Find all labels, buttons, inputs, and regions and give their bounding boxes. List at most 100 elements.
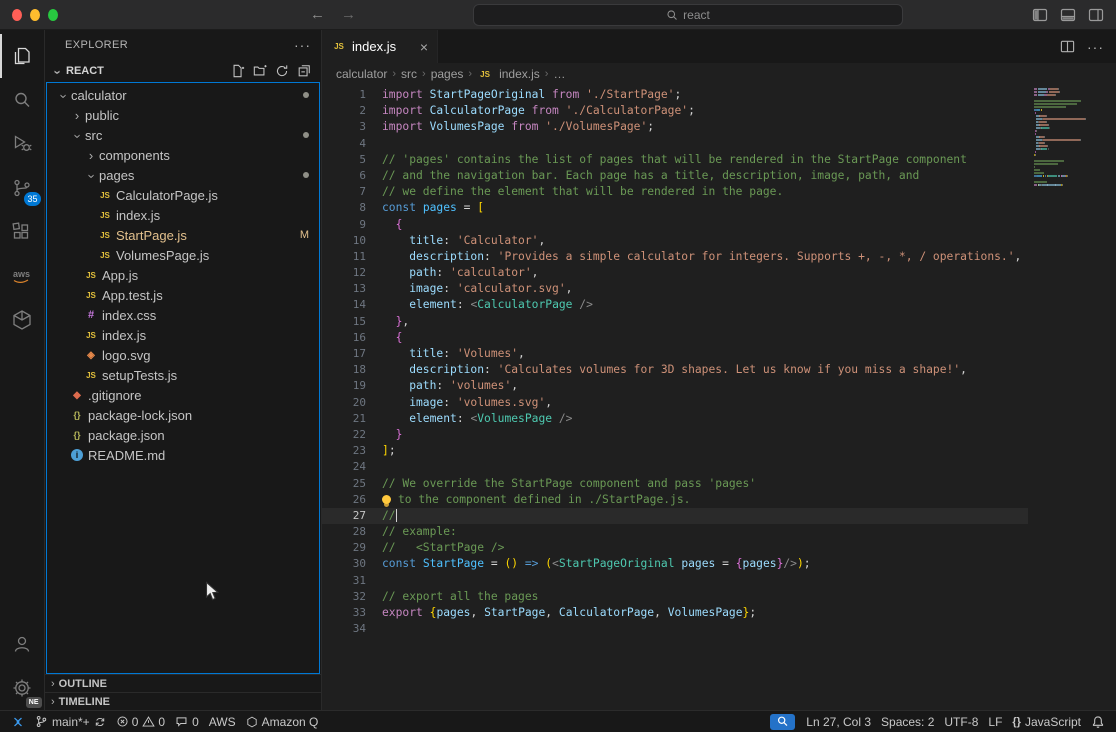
- code-line[interactable]: 32// export all the pages: [322, 589, 1028, 605]
- amazon-q-status[interactable]: Amazon Q: [241, 711, 324, 732]
- settings-gear-icon[interactable]: NE: [0, 666, 45, 710]
- search-view-icon[interactable]: [0, 78, 45, 122]
- close-tab-icon[interactable]: ×: [420, 40, 428, 54]
- tree-item-README.md[interactable]: i README.md: [47, 445, 319, 465]
- editor-more-actions-icon[interactable]: ···: [1087, 39, 1104, 55]
- tree-item-App.test.js[interactable]: JS App.test.js: [47, 285, 319, 305]
- tree-item-package-lock.json[interactable]: {} package-lock.json: [47, 405, 319, 425]
- breadcrumb-item-src[interactable]: src: [401, 67, 417, 81]
- minimize-window-button[interactable]: [30, 8, 40, 21]
- outline-section-header[interactable]: › OUTLINE: [45, 674, 321, 692]
- code-line[interactable]: 27//: [322, 507, 1028, 525]
- code-line[interactable]: 26 to the component defined in ./StartPag…: [322, 492, 1028, 508]
- tree-item-logo.svg[interactable]: ◈ logo.svg: [47, 345, 319, 365]
- cursor-position-status[interactable]: Ln 27, Col 3: [801, 711, 876, 732]
- tree-item-package.json[interactable]: {} package.json: [47, 425, 319, 445]
- new-folder-icon[interactable]: [253, 64, 267, 78]
- code-line[interactable]: 4: [322, 136, 1028, 152]
- code-line[interactable]: 5// 'pages' contains the list of pages t…: [322, 152, 1028, 168]
- new-file-icon[interactable]: [231, 64, 245, 78]
- notifications-status[interactable]: [1086, 711, 1110, 732]
- code-line[interactable]: 14 element: <CalculatorPage />: [322, 297, 1028, 313]
- code-line[interactable]: 6// and the navigation bar. Each page ha…: [322, 168, 1028, 184]
- code-line[interactable]: 8 const pages = [: [322, 200, 1028, 216]
- code-line[interactable]: 11 description: 'Provides a simple calcu…: [322, 249, 1028, 265]
- forward-button[interactable]: →: [341, 6, 356, 23]
- breadcrumb-item-symbol[interactable]: …: [553, 67, 565, 81]
- problems-status[interactable]: 0 0: [111, 711, 170, 732]
- aws-toolkit-icon[interactable]: aws: [0, 254, 45, 298]
- code-line[interactable]: 29// <StartPage />: [322, 540, 1028, 556]
- code-line[interactable]: 24: [322, 459, 1028, 475]
- explorer-more-actions-icon[interactable]: ···: [294, 37, 311, 53]
- minimap[interactable]: [1034, 87, 1106, 189]
- language-mode-status[interactable]: {} JavaScript: [1007, 711, 1086, 732]
- tab-index-js[interactable]: JS index.js ×: [322, 30, 438, 63]
- tree-item-pages[interactable]: › pages: [47, 165, 319, 185]
- tree-item-StartPage.js[interactable]: JS StartPage.js M: [47, 225, 319, 245]
- code-line[interactable]: 28// example:: [322, 524, 1028, 540]
- code-line[interactable]: 31: [322, 573, 1028, 589]
- code-area[interactable]: 1 import StartPageOriginal from './StartP…: [322, 87, 1028, 637]
- command-center-search[interactable]: react: [473, 3, 903, 26]
- code-line[interactable]: 18 description: 'Calculates volumes for …: [322, 362, 1028, 378]
- refresh-icon[interactable]: [275, 64, 289, 78]
- tree-item-index.js[interactable]: JS index.js: [47, 205, 319, 225]
- run-debug-icon[interactable]: [0, 122, 45, 166]
- code-line[interactable]: 20 image: 'volumes.svg',: [322, 395, 1028, 411]
- code-line[interactable]: 21 element: <VolumesPage />: [322, 411, 1028, 427]
- code-line[interactable]: 19 path: 'volumes',: [322, 378, 1028, 394]
- code-line[interactable]: 15 },: [322, 314, 1028, 330]
- tree-item-VolumesPage.js[interactable]: JS VolumesPage.js: [47, 245, 319, 265]
- tree-item-src[interactable]: › src: [47, 125, 319, 145]
- tree-item-setupTests.js[interactable]: JS setupTests.js: [47, 365, 319, 385]
- code-line[interactable]: 10 title: 'Calculator',: [322, 233, 1028, 249]
- code-line[interactable]: 22 }: [322, 427, 1028, 443]
- tree-item-index.css[interactable]: # index.css: [47, 305, 319, 325]
- eol-status[interactable]: LF: [983, 711, 1007, 732]
- lightbulb-icon[interactable]: [382, 494, 391, 504]
- code-line[interactable]: 30 const StartPage = () => (<StartPageOri…: [322, 556, 1028, 572]
- toggle-sidebar-icon[interactable]: [1032, 7, 1048, 23]
- zoom-window-button[interactable]: [48, 8, 58, 21]
- breadcrumb-item-calculator[interactable]: calculator: [336, 67, 387, 81]
- tree-item-.gitignore[interactable]: ◆ .gitignore: [47, 385, 319, 405]
- aws-status[interactable]: AWS: [204, 711, 241, 732]
- branch-status[interactable]: main*+: [30, 711, 111, 732]
- explorer-icon[interactable]: [0, 34, 45, 78]
- code-line[interactable]: 3 import VolumesPage from './VolumesPage'…: [322, 119, 1028, 135]
- zoom-status[interactable]: [770, 713, 796, 730]
- accounts-icon[interactable]: [0, 622, 45, 666]
- back-button[interactable]: ←: [310, 6, 325, 23]
- tree-item-components[interactable]: › components: [47, 145, 319, 165]
- code-line[interactable]: 34: [322, 621, 1028, 637]
- breadcrumb-item-file[interactable]: JS index.js: [477, 67, 540, 81]
- code-line[interactable]: 12 path: 'calculator',: [322, 265, 1028, 281]
- feedback-counter-status[interactable]: 0: [170, 711, 204, 732]
- code-line[interactable]: 2 import CalculatorPage from './Calculato…: [322, 103, 1028, 119]
- indentation-status[interactable]: Spaces: 2: [876, 711, 939, 732]
- remote-indicator[interactable]: [6, 711, 30, 732]
- toggle-panel-icon[interactable]: [1060, 7, 1076, 23]
- code-line[interactable]: 17 title: 'Volumes',: [322, 346, 1028, 362]
- source-control-icon[interactable]: 35: [0, 166, 45, 210]
- code-line[interactable]: 23];: [322, 443, 1028, 459]
- tree-item-index.js[interactable]: JS index.js: [47, 325, 319, 345]
- tree-item-public[interactable]: › public: [47, 105, 319, 125]
- code-line[interactable]: 13 image: 'calculator.svg',: [322, 281, 1028, 297]
- code-line[interactable]: 7// we define the element that will be r…: [322, 184, 1028, 200]
- amazon-q-view-icon[interactable]: [0, 298, 45, 342]
- workspace-section-header[interactable]: › REACT: [45, 60, 321, 82]
- breadcrumb-item-pages[interactable]: pages: [431, 67, 464, 81]
- tree-item-calculator[interactable]: › calculator: [47, 85, 319, 105]
- extensions-icon[interactable]: [0, 210, 45, 254]
- split-editor-icon[interactable]: [1060, 39, 1075, 54]
- tree-item-CalculatorPage.js[interactable]: JS CalculatorPage.js: [47, 185, 319, 205]
- code-line[interactable]: 25// We override the StartPage component…: [322, 476, 1028, 492]
- timeline-section-header[interactable]: › TIMELINE: [45, 692, 321, 710]
- close-window-button[interactable]: [12, 8, 22, 21]
- customize-layout-icon[interactable]: [1088, 7, 1104, 23]
- encoding-status[interactable]: UTF-8: [939, 711, 983, 732]
- tree-item-App.js[interactable]: JS App.js: [47, 265, 319, 285]
- code-line[interactable]: 16 {: [322, 330, 1028, 346]
